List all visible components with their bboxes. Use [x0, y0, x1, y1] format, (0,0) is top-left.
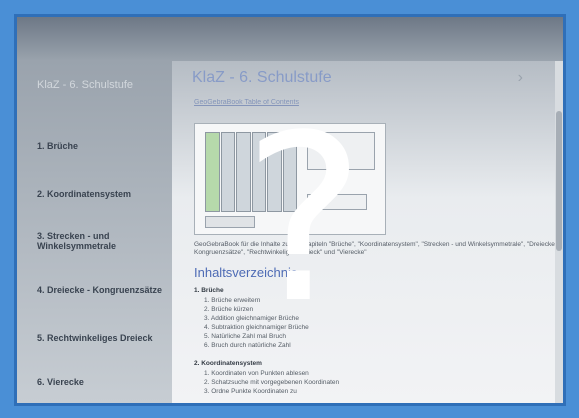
locked-preview-frame: KlaZ - 6. Schulstufe 1. Brüche 2. Koordi… [14, 14, 566, 406]
toc-item[interactable]: 1. Koordinaten von Punkten ablesen [204, 370, 309, 377]
sidebar-item-strecken-winkelsymmetrale[interactable]: 3. Strecken - und Winkelsymmetrale [37, 231, 167, 251]
toc-section[interactable]: 2. Koordinatensystem [194, 360, 262, 367]
app-title: KlaZ - 6. Schulstufe [37, 79, 133, 91]
toc-item[interactable]: 3. Ordne Punkte Koordinaten zu [204, 388, 297, 395]
top-bar [17, 17, 563, 61]
sidebar-item-vierecke[interactable]: 6. Vierecke [37, 377, 167, 387]
toc-item[interactable]: 2. Schatzsuche mit vorgegebenen Koordina… [204, 379, 339, 386]
scrollbar[interactable] [555, 61, 563, 403]
chevron-right-icon[interactable]: › [518, 69, 523, 87]
scrollbar-thumb[interactable] [556, 111, 562, 251]
main-content: KlaZ - 6. Schulstufe › GeoGebraBook Tabl… [172, 61, 563, 403]
page-title: KlaZ - 6. Schulstufe [192, 69, 332, 86]
sidebar: KlaZ - 6. Schulstufe 1. Brüche 2. Koordi… [17, 61, 172, 403]
sidebar-item-brueche[interactable]: 1. Brüche [37, 141, 167, 151]
toc-section[interactable]: 1. Brüche [194, 287, 224, 294]
question-mark-icon: ? [243, 87, 366, 354]
sidebar-item-dreiecke[interactable]: 4. Dreiecke - Kongruenzsätze [37, 285, 167, 295]
sidebar-item-koordinatensystem[interactable]: 2. Koordinatensystem [37, 189, 167, 199]
sidebar-item-rechtwinkeliges-dreieck[interactable]: 5. Rechtwinkeliges Dreieck [37, 333, 167, 343]
